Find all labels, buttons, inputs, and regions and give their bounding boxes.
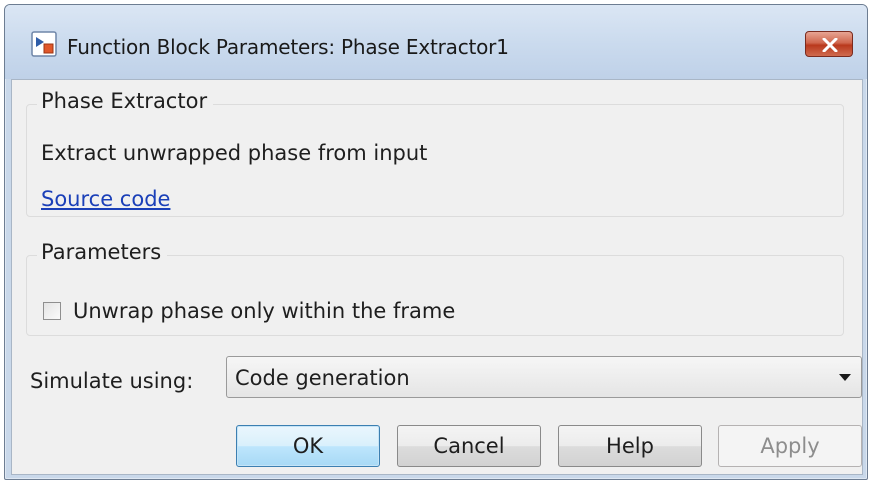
block-description: Extract unwrapped phase from input — [41, 141, 428, 165]
parameters-group-title: Parameters — [37, 240, 168, 264]
title-bar[interactable]: Function Block Parameters: Phase Extract… — [5, 5, 867, 79]
simulink-block-icon — [31, 31, 57, 57]
unwrap-within-frame-option[interactable]: Unwrap phase only within the frame — [43, 298, 455, 324]
dialog-window: Function Block Parameters: Phase Extract… — [4, 4, 868, 480]
description-group: Phase Extractor Extract unwrapped phase … — [26, 89, 844, 217]
description-group-title: Phase Extractor — [37, 89, 214, 113]
simulate-using-value: Code generation — [235, 366, 410, 390]
close-button[interactable] — [805, 31, 853, 57]
apply-button: Apply — [718, 425, 862, 467]
simulate-using-label: Simulate using: — [30, 369, 194, 393]
simulate-using-dropdown[interactable]: Code generation — [226, 356, 862, 398]
unwrap-within-frame-label[interactable]: Unwrap phase only within the frame — [73, 299, 455, 323]
dialog-body: Phase Extractor Extract unwrapped phase … — [11, 79, 863, 475]
source-code-link[interactable]: Source code — [41, 187, 170, 211]
unwrap-within-frame-checkbox[interactable] — [43, 302, 61, 320]
chevron-down-icon[interactable] — [839, 374, 851, 381]
close-x-icon — [822, 38, 838, 52]
ok-button[interactable]: OK — [236, 425, 380, 467]
parameters-group: Parameters Unwrap phase only within the … — [26, 240, 844, 336]
help-button[interactable]: Help — [558, 425, 702, 467]
window-title: Function Block Parameters: Phase Extract… — [67, 35, 509, 59]
cancel-button[interactable]: Cancel — [397, 425, 541, 467]
